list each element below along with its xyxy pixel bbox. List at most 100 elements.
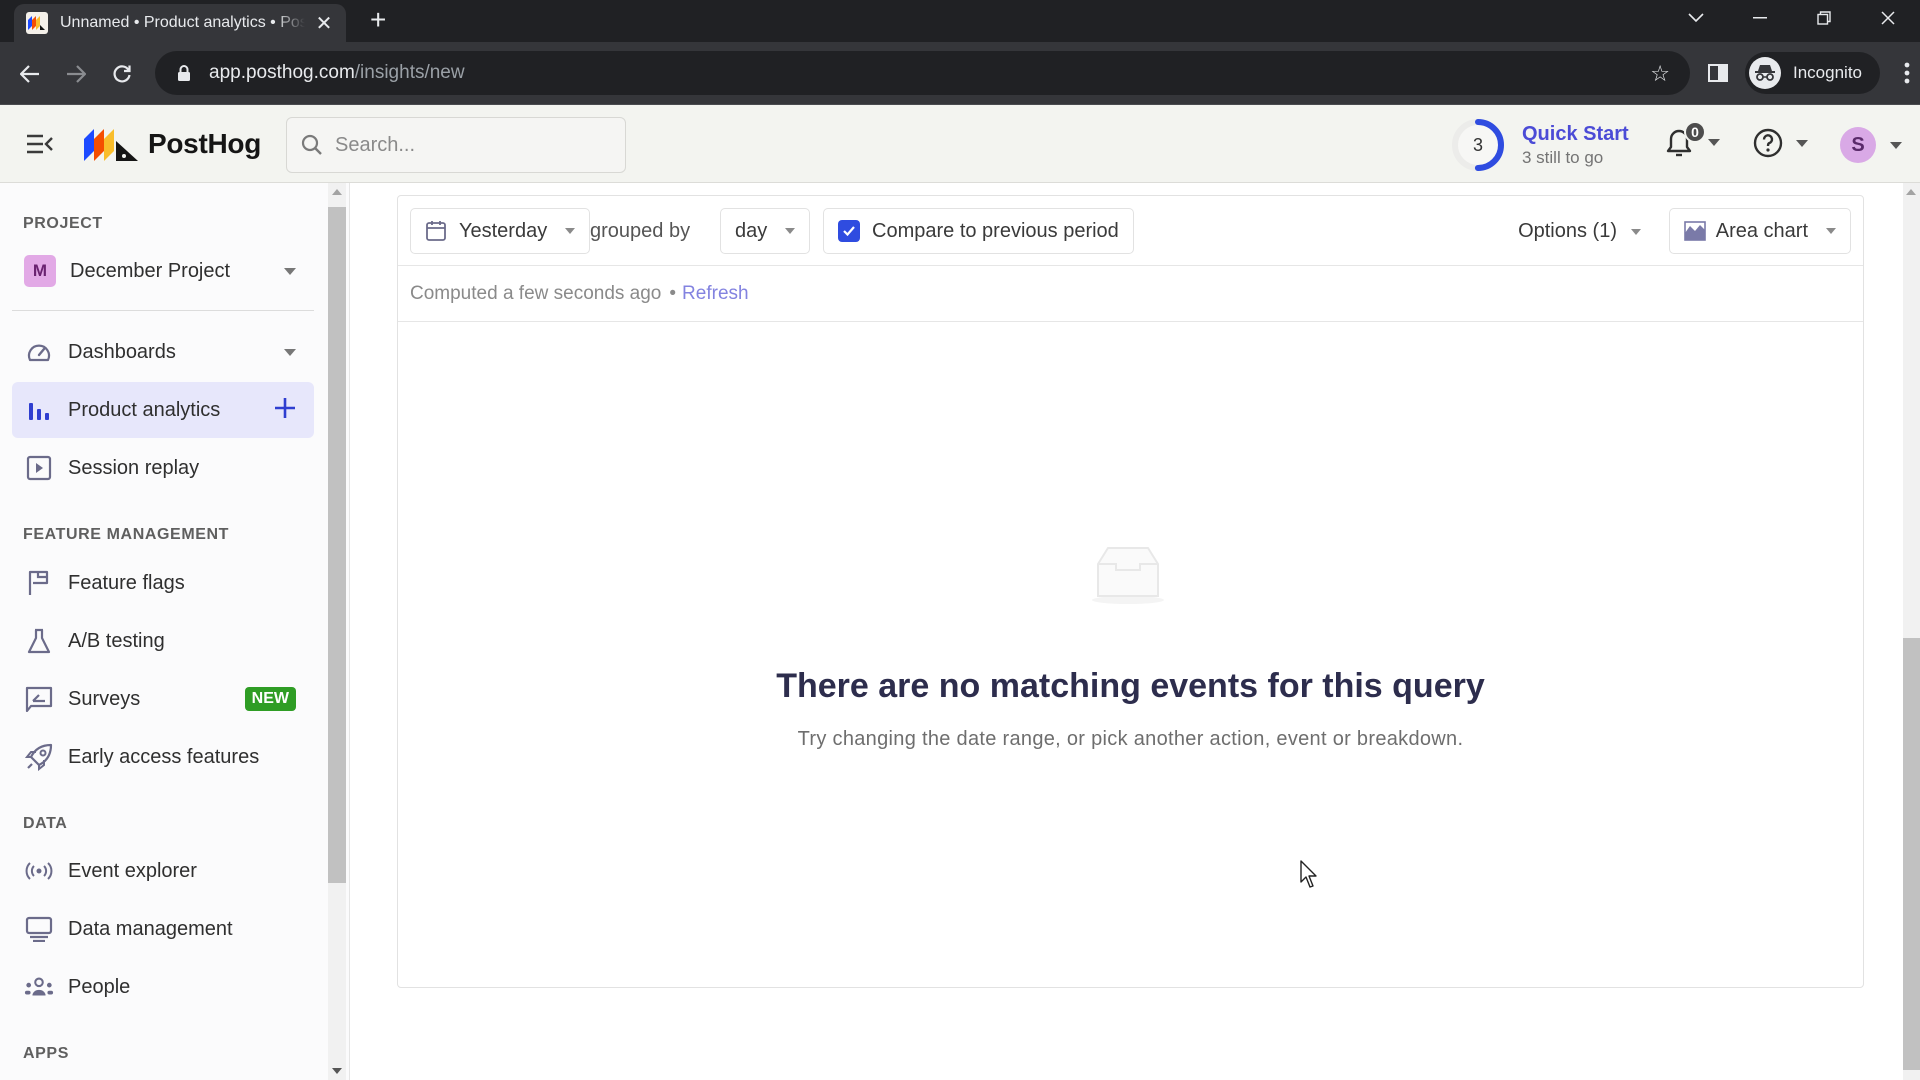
sidebar-item-event-explorer[interactable]: Event explorer (12, 843, 314, 899)
sidebar-item-dashboards[interactable]: Dashboards (12, 324, 314, 380)
main-scrollbar-thumb[interactable] (1903, 638, 1920, 1070)
new-tab-button[interactable]: + (370, 6, 386, 34)
minimize-icon[interactable] (1728, 0, 1792, 36)
sidebar-item-label: Event explorer (68, 859, 197, 882)
restore-icon[interactable] (1792, 0, 1856, 36)
sidebar-item-surveys[interactable]: Surveys NEW (12, 671, 314, 727)
help-button[interactable] (1752, 127, 1808, 159)
sidebar: PROJECT M December Project Dashboards Pr… (0, 183, 350, 1080)
section-heading-project: PROJECT (23, 215, 103, 232)
flag-icon (24, 568, 54, 598)
chevron-down-icon (284, 267, 296, 275)
checkmark-icon (843, 226, 855, 237)
rocket-icon (24, 742, 54, 772)
url-host: app.posthog.com (209, 62, 355, 83)
refresh-link[interactable]: Refresh (682, 283, 749, 305)
chevron-down-icon (1796, 139, 1808, 147)
date-range-value: Yesterday (459, 219, 548, 242)
sidebar-item-label: Early access features (68, 745, 260, 768)
separator-dot: • (669, 282, 677, 304)
chevron-down-icon (1826, 228, 1836, 234)
project-avatar: M (24, 255, 56, 287)
user-avatar: S (1840, 127, 1876, 163)
quick-start-count: 3 (1472, 134, 1483, 155)
sidebar-item-label: Product analytics (68, 398, 221, 421)
sidebar-item-ab-testing[interactable]: A/B testing (12, 613, 314, 669)
sidebar-scrollbar-thumb[interactable] (328, 207, 346, 883)
incognito-profile-button[interactable]: Incognito (1745, 52, 1880, 94)
sidebar-item-product-analytics[interactable]: Product analytics (12, 382, 314, 438)
add-insight-icon[interactable] (274, 397, 296, 424)
posthog-logo[interactable]: PostHog (84, 127, 261, 161)
tab-title: Unnamed • Product analytics • PostHog (60, 14, 305, 31)
sidebar-item-label: People (68, 975, 131, 998)
insight-card: Yesterday grouped by day Compare to prev… (397, 195, 1864, 988)
quick-start-progress-ring: 3 (1450, 117, 1506, 173)
quick-start-button[interactable]: 3 Quick Start 3 still to go (1450, 115, 1629, 175)
incognito-label: Incognito (1793, 63, 1862, 82)
grouped-by-label: grouped by (590, 220, 691, 242)
posthog-logo-icon (84, 129, 138, 161)
notifications-button[interactable]: 0 (1664, 121, 1724, 163)
area-chart-icon (1683, 221, 1706, 241)
sidebar-divider (12, 310, 314, 311)
help-icon (1753, 128, 1783, 158)
browser-menu-icon[interactable] (1904, 62, 1910, 84)
posthog-favicon-icon (26, 12, 48, 34)
computed-text: Computed a few seconds ago (410, 282, 662, 304)
tab-close-icon[interactable]: ✕ (314, 11, 334, 36)
flask-icon (24, 626, 54, 656)
sidebar-item-data-management[interactable]: Data management (12, 901, 314, 957)
compare-label: Compare to previous period (872, 219, 1119, 242)
interval-select[interactable]: day (720, 208, 811, 254)
quick-start-subtitle: 3 still to go (1522, 147, 1604, 167)
sidebar-item-feature-flags[interactable]: Feature flags (12, 555, 314, 611)
sidebar-item-people[interactable]: People (12, 959, 314, 1015)
chevron-down-icon[interactable] (284, 348, 296, 356)
scroll-up-arrow-icon[interactable] (332, 189, 342, 195)
chart-type-select[interactable]: Area chart (1668, 208, 1851, 254)
main-scrollbar[interactable] (1903, 183, 1920, 1080)
back-arrow-icon[interactable] (14, 58, 46, 90)
notification-count-badge: 0 (1684, 121, 1706, 143)
compare-previous-period-toggle[interactable]: Compare to previous period (823, 208, 1134, 254)
search-input[interactable] (335, 133, 615, 157)
sidebar-scrollbar[interactable] (328, 183, 346, 1080)
compare-checkbox[interactable] (838, 220, 860, 242)
project-switcher[interactable]: M December Project (12, 243, 314, 299)
main-content: Yesterday grouped by day Compare to prev… (351, 183, 1920, 1080)
scroll-up-arrow-icon[interactable] (1906, 189, 1916, 195)
sidebar-item-label: Session replay (68, 456, 200, 479)
empty-state-description: Try changing the date range, or pick ano… (797, 728, 1464, 750)
sidebar-item-session-replay[interactable]: Session replay (12, 440, 314, 496)
side-panel-icon[interactable] (1708, 64, 1728, 82)
date-range-select[interactable]: Yesterday (410, 208, 591, 254)
user-menu-button[interactable]: S (1840, 127, 1902, 163)
tab-search-icon[interactable] (1664, 0, 1728, 36)
close-window-icon[interactable] (1856, 0, 1920, 36)
collapse-sidebar-icon[interactable] (26, 133, 54, 155)
browser-tab-bar: Unnamed • Product analytics • PostHog ✕ … (0, 0, 1920, 42)
scroll-down-arrow-icon[interactable] (332, 1068, 342, 1074)
chevron-down-icon (1631, 228, 1641, 235)
url-path: /insights/new (354, 62, 465, 83)
insight-filter-bar: Yesterday grouped by day Compare to prev… (398, 196, 1863, 266)
options-dropdown[interactable]: Options (1) (1518, 220, 1641, 243)
chevron-down-icon (1890, 141, 1902, 149)
address-bar[interactable]: app.posthog.com/insights/new ☆ (155, 51, 1690, 95)
empty-state: There are no matching events for this qu… (398, 322, 1863, 987)
empty-inbox-icon (1092, 547, 1164, 604)
survey-icon (24, 684, 54, 714)
section-heading-apps: APPS (23, 1045, 69, 1062)
sidebar-item-label: Surveys (68, 687, 141, 710)
interval-value: day (735, 219, 768, 242)
search-box[interactable] (286, 117, 626, 173)
sidebar-item-early-access[interactable]: Early access features (12, 729, 314, 785)
reload-icon[interactable] (106, 58, 138, 90)
sidebar-item-label: Feature flags (68, 571, 185, 594)
bookmark-star-icon[interactable]: ☆ (1650, 61, 1670, 87)
forward-arrow-icon[interactable] (60, 58, 92, 90)
browser-tab[interactable]: Unnamed • Product analytics • PostHog ✕ (14, 4, 346, 42)
sidebar-item-label: Data management (68, 917, 233, 940)
chart-type-value: Area chart (1715, 219, 1808, 242)
